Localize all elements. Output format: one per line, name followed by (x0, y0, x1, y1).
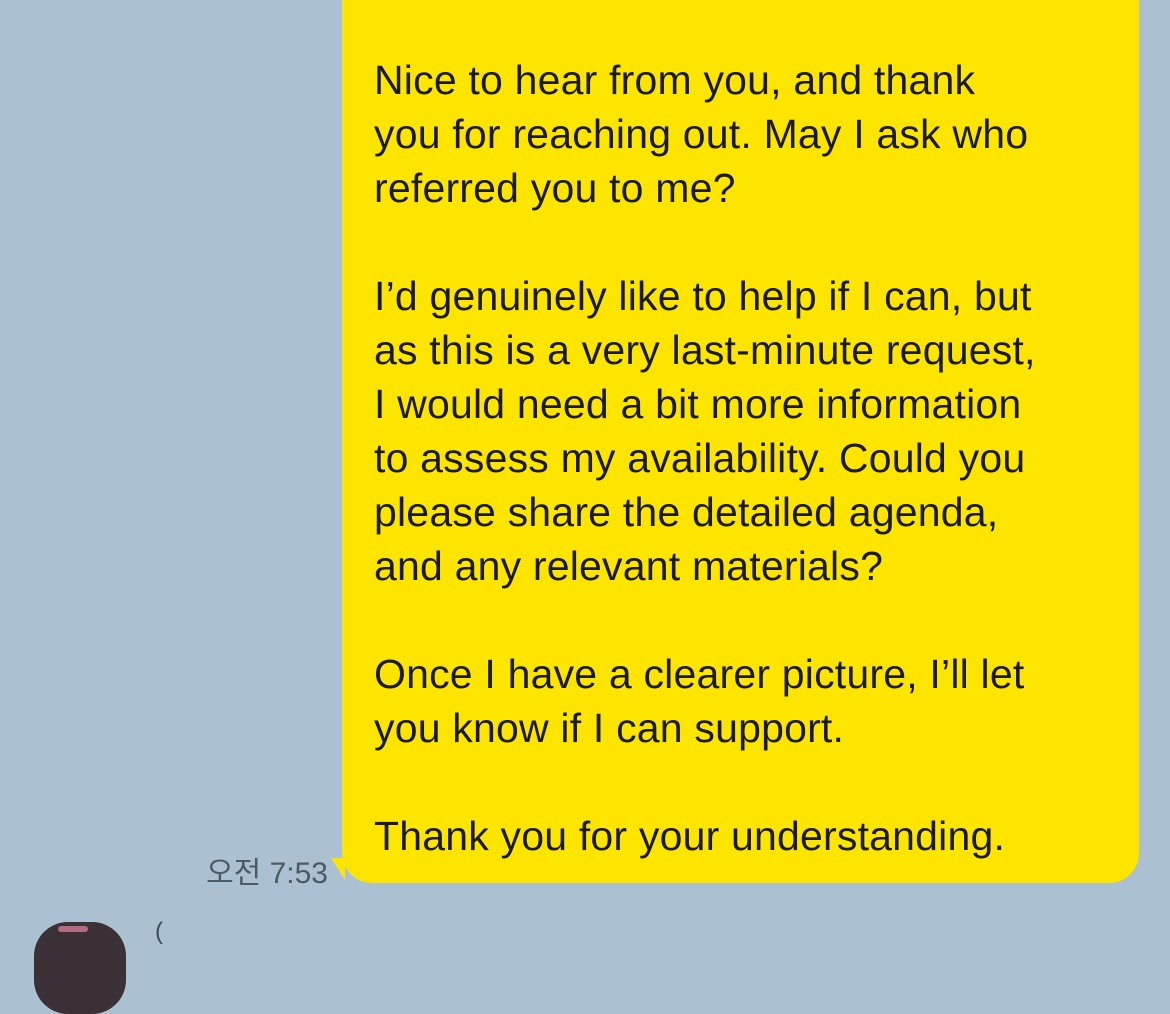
message-paragraph: Once I have a clearer picture, I’ll let … (374, 651, 1025, 751)
sent-message-bubble[interactable]: Nice to hear from you, and thank you for… (342, 0, 1139, 883)
sender-avatar[interactable] (34, 922, 126, 1014)
chat-area[interactable]: Nice to hear from you, and thank you for… (0, 0, 1170, 1014)
sender-name: ( (155, 918, 163, 945)
message-paragraph: Thank you for your understanding. (374, 813, 1006, 859)
message-paragraph: Nice to hear from you, and thank you for… (374, 57, 1029, 211)
message-timestamp: 오전 7:53 (206, 857, 328, 890)
message-paragraph: I’d genuinely like to help if I can, but… (374, 273, 1036, 589)
